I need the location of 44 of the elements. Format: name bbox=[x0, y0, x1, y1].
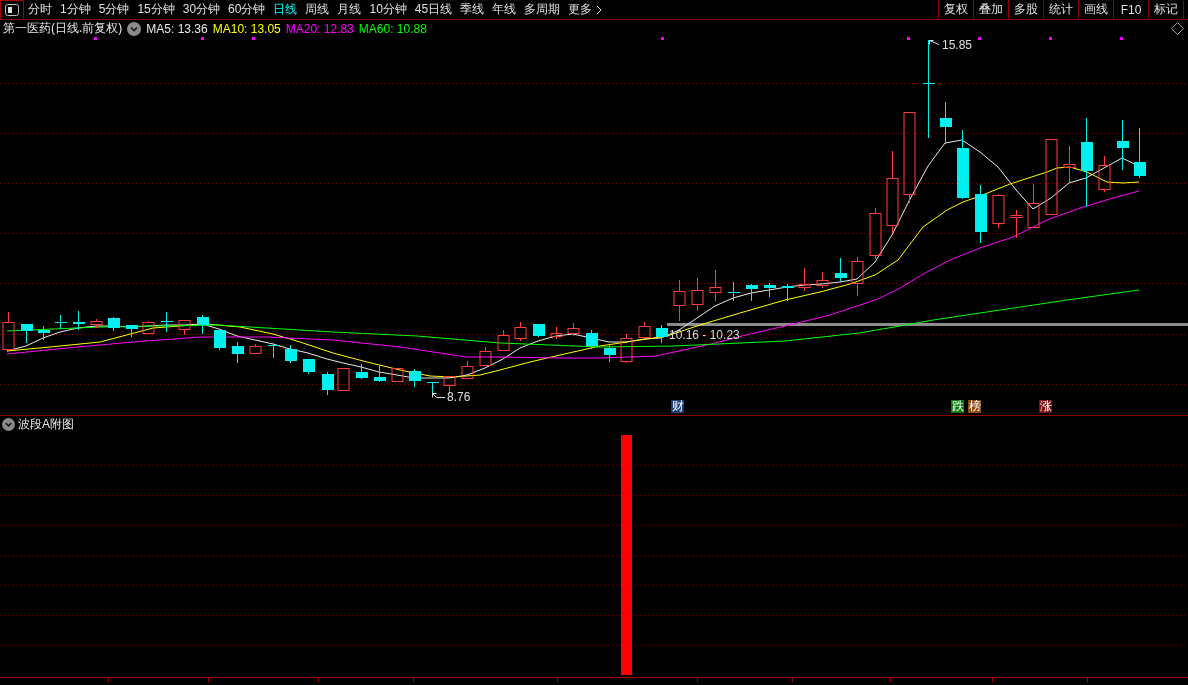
indicator-value: MA60: 10.88 bbox=[358, 21, 427, 36]
marker-icon bbox=[1120, 37, 1123, 40]
range-label: 10.16 - 10.23 bbox=[669, 328, 740, 342]
period-tab[interactable]: 45日线 bbox=[410, 0, 457, 19]
marker-icon bbox=[907, 37, 910, 40]
panel-title: 波段A附图 bbox=[18, 415, 74, 433]
period-tab[interactable]: 分时 bbox=[24, 0, 56, 19]
dropdown-icon[interactable] bbox=[2, 417, 15, 431]
dropdown-icon[interactable] bbox=[127, 21, 142, 36]
period-tab[interactable]: 30分钟 bbox=[178, 0, 225, 19]
marker-icon bbox=[661, 37, 664, 40]
chart-title: 第一医药(日线.前复权) bbox=[3, 20, 123, 37]
period-tab[interactable]: 多周期 bbox=[520, 0, 565, 19]
chevron-right-icon bbox=[596, 4, 603, 15]
marker-icon bbox=[1049, 37, 1052, 40]
more-tab[interactable]: 更多 bbox=[564, 0, 607, 19]
leader-line bbox=[432, 393, 446, 398]
period-tab[interactable]: 15分钟 bbox=[133, 0, 179, 19]
period-tab[interactable]: 周线 bbox=[301, 0, 334, 19]
period-tab[interactable]: 年线 bbox=[488, 0, 521, 19]
marker-icon bbox=[978, 37, 981, 40]
period-tab[interactable]: 日线 bbox=[269, 0, 302, 19]
marker-icon bbox=[201, 37, 204, 40]
event-tag: 榜 bbox=[968, 400, 981, 413]
marker-icon bbox=[252, 37, 255, 40]
diamond-icon[interactable] bbox=[1171, 22, 1184, 35]
price-label: 8.76 bbox=[447, 390, 471, 404]
marker-icon bbox=[94, 37, 97, 40]
period-tab[interactable]: 5分钟 bbox=[94, 0, 134, 19]
price-label: 15.85 bbox=[942, 38, 973, 52]
indicator-value: MA5: 13.36 bbox=[146, 21, 208, 36]
panel-toggle-button[interactable] bbox=[0, 0, 24, 19]
period-tab[interactable]: 10分钟 bbox=[365, 0, 411, 19]
event-tag: 财 bbox=[671, 400, 684, 413]
event-tag: 涨 bbox=[1039, 400, 1052, 413]
sidebar-icon bbox=[5, 4, 19, 16]
period-tab[interactable]: 月线 bbox=[333, 0, 366, 19]
period-tab[interactable]: 季线 bbox=[456, 0, 489, 19]
indicator-value: MA20: 12.83 bbox=[285, 21, 354, 36]
period-tab[interactable]: 60分钟 bbox=[224, 0, 270, 19]
indicator-value: MA10: 13.05 bbox=[212, 21, 281, 36]
event-tag: 跌 bbox=[951, 400, 964, 413]
leader-line bbox=[929, 40, 940, 45]
period-tab[interactable]: 1分钟 bbox=[56, 0, 95, 19]
